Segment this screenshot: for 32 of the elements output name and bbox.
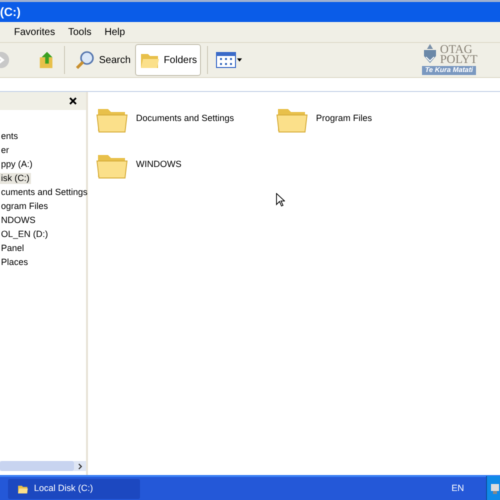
menu-item[interactable]: Tools bbox=[68, 24, 92, 40]
search-icon[interactable] bbox=[74, 49, 96, 71]
tree-item[interactable]: cuments and Settings bbox=[0, 186, 89, 198]
logo-text: OTAG bbox=[440, 44, 472, 54]
close-icon[interactable] bbox=[68, 96, 78, 106]
tree-item[interactable]: er bbox=[0, 144, 10, 156]
crest-icon bbox=[422, 43, 438, 65]
folder-name[interactable]: Documents and Settings bbox=[136, 112, 234, 126]
taskbar-window-button[interactable]: Local Disk (C:) bbox=[8, 478, 140, 498]
computer-icon[interactable] bbox=[491, 484, 499, 494]
mouse-pointer-icon bbox=[276, 193, 285, 207]
tree-item[interactable]: Panel bbox=[0, 242, 26, 254]
tree-item[interactable]: Places bbox=[0, 256, 30, 268]
menu-item[interactable]: Help bbox=[104, 24, 126, 40]
views-icon[interactable] bbox=[216, 52, 236, 68]
language-indicator[interactable]: EN bbox=[451, 482, 464, 496]
tree-item[interactable]: isk (C:) bbox=[0, 172, 30, 184]
tree-item[interactable]: ogram Files bbox=[0, 200, 50, 212]
folder-name[interactable]: WINDOWS bbox=[136, 158, 182, 172]
folder-name[interactable]: Program Files bbox=[316, 112, 372, 126]
window-title: (C:) bbox=[0, 4, 21, 21]
folder-icon[interactable] bbox=[16, 482, 30, 494]
scroll-right-icon[interactable] bbox=[74, 461, 86, 471]
logo-text: POLYT bbox=[440, 54, 478, 64]
tree-item[interactable]: ppy (A:) bbox=[0, 158, 34, 170]
tree-item[interactable]: NDOWS bbox=[0, 214, 36, 226]
caret-icon[interactable] bbox=[237, 58, 242, 62]
menu-item[interactable]: Favorites bbox=[14, 24, 56, 40]
search-button[interactable]: Search bbox=[70, 44, 135, 76]
folders-button[interactable]: Folders bbox=[134, 44, 202, 76]
tree-item[interactable]: ents bbox=[0, 130, 20, 142]
tree-item[interactable]: OL_EN (D:) bbox=[0, 228, 50, 240]
